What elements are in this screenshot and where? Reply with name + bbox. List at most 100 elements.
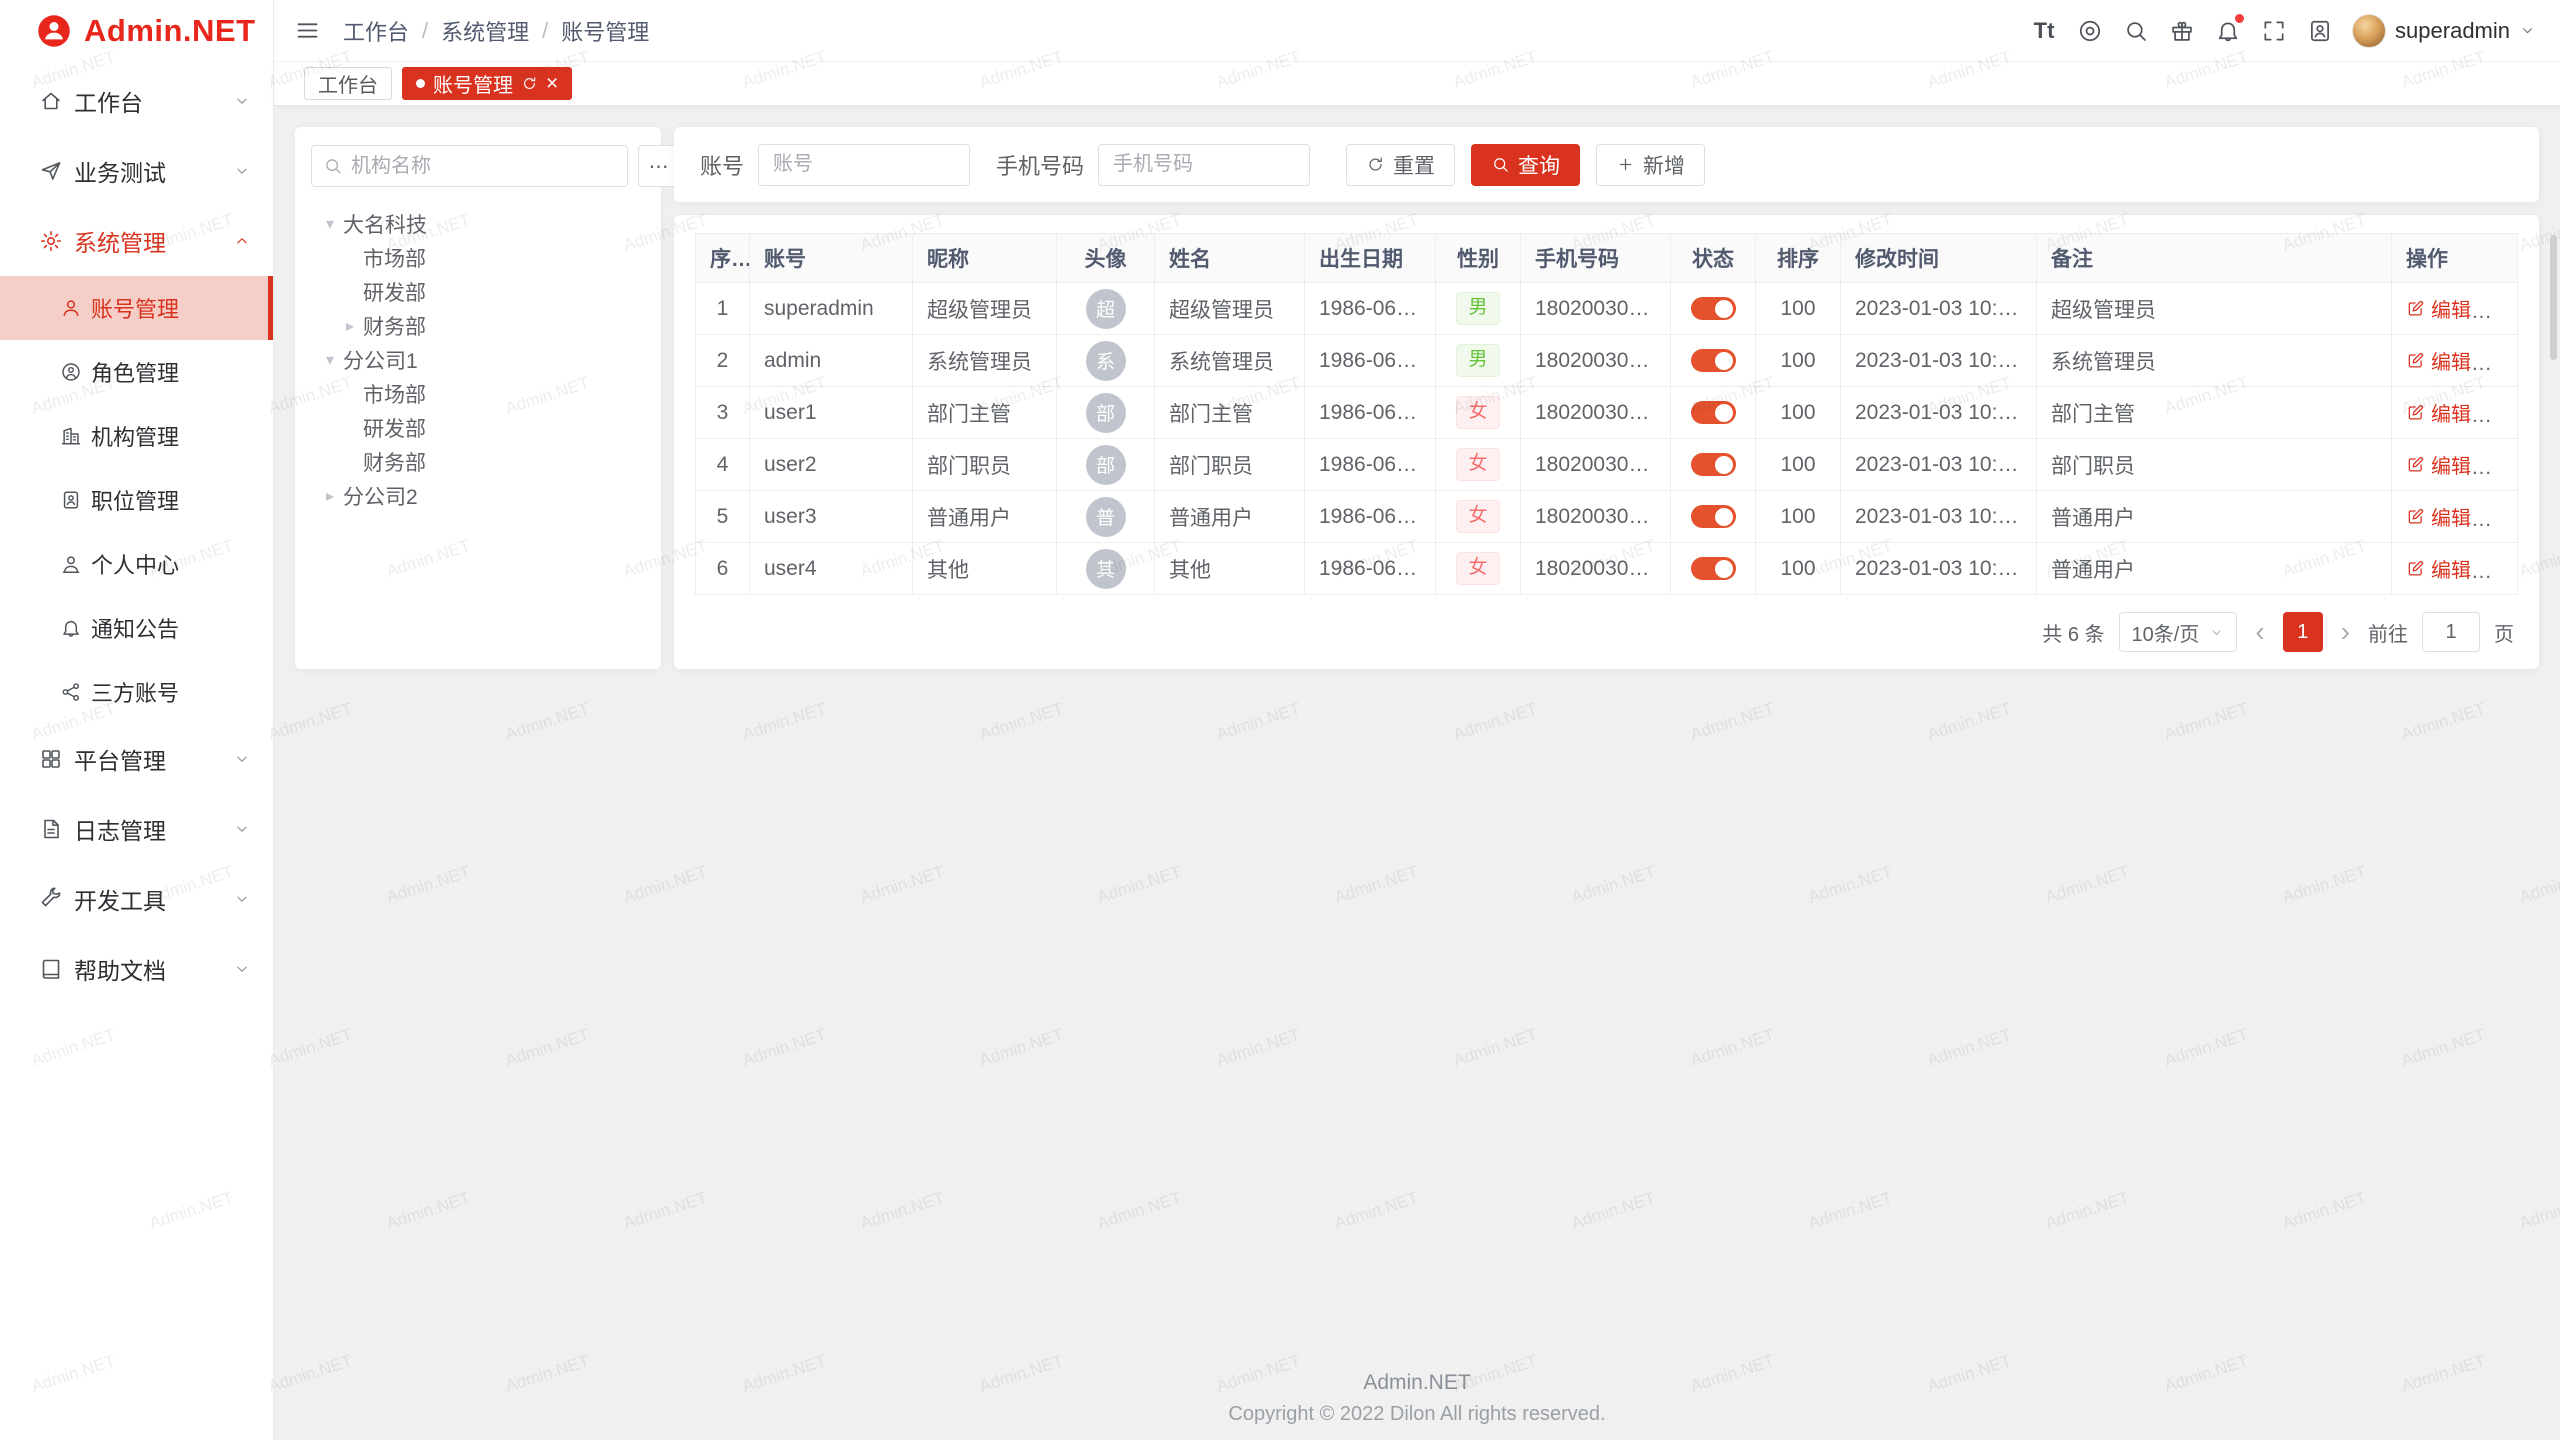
status-toggle[interactable] (1691, 349, 1736, 372)
tree-caret-icon[interactable]: ▾ (317, 350, 343, 370)
current-page[interactable]: 1 (2283, 612, 2323, 652)
sidebar-item-docs[interactable]: 帮助文档 (0, 934, 273, 1004)
status-toggle[interactable] (1691, 557, 1736, 580)
prev-page-button[interactable]: ‹ (2251, 618, 2268, 646)
sidebar-item-devtools[interactable]: 开发工具 (0, 864, 273, 934)
sidebar-item-label: 工作台 (74, 84, 143, 118)
tree-node-label: 分公司1 (343, 345, 418, 375)
cell-order: 100 (1756, 491, 1841, 543)
edit-button[interactable]: 编辑 (2406, 346, 2471, 375)
sidebar-item-profile[interactable]: 个人中心 (0, 532, 273, 596)
row-more-icon[interactable]: ⋯ (2489, 558, 2512, 583)
tree-caret-icon[interactable]: ▾ (317, 214, 343, 234)
account-input[interactable] (758, 144, 970, 186)
next-page-button[interactable]: › (2337, 618, 2354, 646)
status-toggle[interactable] (1691, 401, 1736, 424)
row-more-icon[interactable]: ⋯ (2489, 350, 2512, 375)
search-icon[interactable] (2114, 11, 2158, 51)
sidebar-item-role[interactable]: 角色管理 (0, 340, 273, 404)
row-more-icon[interactable]: ⋯ (2489, 402, 2512, 427)
cell-index: 6 (696, 543, 750, 595)
row-more-icon[interactable]: ⋯ (2489, 454, 2512, 479)
cell-birthdate: 1986-06-28 (1305, 439, 1436, 491)
font-size-icon[interactable]: Tt (2022, 11, 2066, 51)
org-search-box (311, 145, 628, 187)
tree-caret-icon[interactable]: ▸ (337, 316, 363, 336)
sidebar-item-account[interactable]: 账号管理 (0, 276, 273, 340)
page-size-select[interactable]: 10条/页 (2119, 612, 2238, 652)
sidebar-item-position[interactable]: 职位管理 (0, 468, 273, 532)
phone-input[interactable] (1098, 144, 1310, 186)
edit-button[interactable]: 编辑 (2406, 294, 2471, 323)
sidebar-item-third-account[interactable]: 三方账号 (0, 660, 273, 724)
fullscreen-icon[interactable] (2252, 11, 2296, 51)
tree-node[interactable]: 研发部 (311, 411, 645, 445)
search-button[interactable]: 查询 (1471, 144, 1580, 186)
gender-tag: 男 (1456, 292, 1499, 325)
breadcrumb-item[interactable]: 工作台 (343, 15, 409, 47)
theme-icon[interactable] (2068, 11, 2112, 51)
tab-close-icon[interactable]: × (546, 73, 558, 94)
tree-node[interactable]: 市场部 (311, 377, 645, 411)
hamburger-icon[interactable] (294, 17, 321, 44)
gift-icon[interactable] (2160, 11, 2204, 51)
footer: Admin.NET Copyright © 2022 Dilon All rig… (274, 1371, 2560, 1440)
tab-workbench[interactable]: 工作台 (304, 67, 392, 100)
tree-caret-icon[interactable]: ▸ (317, 486, 343, 506)
footer-copyright: Copyright © 2022 Dilon All rights reserv… (274, 1403, 2560, 1426)
logo[interactable]: Admin.NET (0, 0, 273, 62)
edit-button[interactable]: 编辑 (2406, 502, 2471, 531)
edit-button[interactable]: 编辑 (2406, 398, 2471, 427)
sidebar-item-log[interactable]: 日志管理 (0, 794, 273, 864)
tree-node[interactable]: ▸财务部 (311, 309, 645, 343)
column-header: 备注 (2037, 234, 2392, 283)
breadcrumb-item[interactable]: 账号管理 (561, 15, 649, 47)
breadcrumb-separator: / (542, 18, 548, 44)
sidebar: Admin.NET 工作台业务测试系统管理账号管理角色管理机构管理职位管理个人中… (0, 0, 274, 1440)
fullscreen-icon (2261, 18, 2287, 44)
status-toggle[interactable] (1691, 453, 1736, 476)
cell-order: 100 (1756, 439, 1841, 491)
cell-name: 其他 (1155, 543, 1305, 595)
add-button[interactable]: 新增 (1596, 144, 1705, 186)
status-toggle[interactable] (1691, 297, 1736, 320)
avatar: 超 (1086, 289, 1126, 329)
cell-nickname: 超级管理员 (913, 283, 1057, 335)
tree-node[interactable]: 财务部 (311, 445, 645, 479)
tree-node[interactable]: ▾大名科技 (311, 207, 645, 241)
tree-node-label: 研发部 (363, 277, 426, 307)
profile-icon[interactable] (2298, 11, 2342, 51)
cell-birthdate: 1986-06-28 (1305, 491, 1436, 543)
row-more-icon[interactable]: ⋯ (2489, 298, 2512, 323)
sidebar-item-system-management[interactable]: 系统管理 (0, 206, 273, 276)
sidebar-item-business-test[interactable]: 业务测试 (0, 136, 273, 206)
tree-node[interactable]: 市场部 (311, 241, 645, 275)
cell-actions: 编辑 ⋯ (2392, 491, 2518, 543)
edit-button[interactable]: 编辑 (2406, 554, 2471, 583)
cell-phone: 18020030720 (1521, 335, 1671, 387)
scrollbar-thumb[interactable] (2550, 235, 2557, 360)
reset-button[interactable]: 重置 (1346, 144, 1455, 186)
sidebar-item-label: 开发工具 (74, 882, 166, 916)
tab-account-management[interactable]: 账号管理× (402, 67, 572, 100)
sidebar-item-platform[interactable]: 平台管理 (0, 724, 273, 794)
breadcrumb-item[interactable]: 系统管理 (441, 15, 529, 47)
user-menu[interactable]: superadmin (2352, 14, 2536, 48)
bell-icon[interactable] (2206, 11, 2250, 51)
sidebar-item-notice[interactable]: 通知公告 (0, 596, 273, 660)
chevron-down-icon (233, 750, 251, 768)
org-search-input[interactable] (351, 155, 616, 178)
goto-page-input[interactable] (2422, 612, 2480, 652)
tree-node[interactable]: 研发部 (311, 275, 645, 309)
tree-node[interactable]: ▾分公司1 (311, 343, 645, 377)
tree-node[interactable]: ▸分公司2 (311, 479, 645, 513)
edit-button[interactable]: 编辑 (2406, 450, 2471, 479)
sidebar-item-workbench[interactable]: 工作台 (0, 66, 273, 136)
chevron-down-icon (2209, 625, 2224, 640)
sidebar-item-org[interactable]: 机构管理 (0, 404, 273, 468)
row-more-icon[interactable]: ⋯ (2489, 506, 2512, 531)
cell-status (1671, 283, 1756, 335)
logo-icon (36, 13, 72, 49)
status-toggle[interactable] (1691, 505, 1736, 528)
page: Admin.NET 工作台业务测试系统管理账号管理角色管理机构管理职位管理个人中… (0, 0, 2560, 1440)
